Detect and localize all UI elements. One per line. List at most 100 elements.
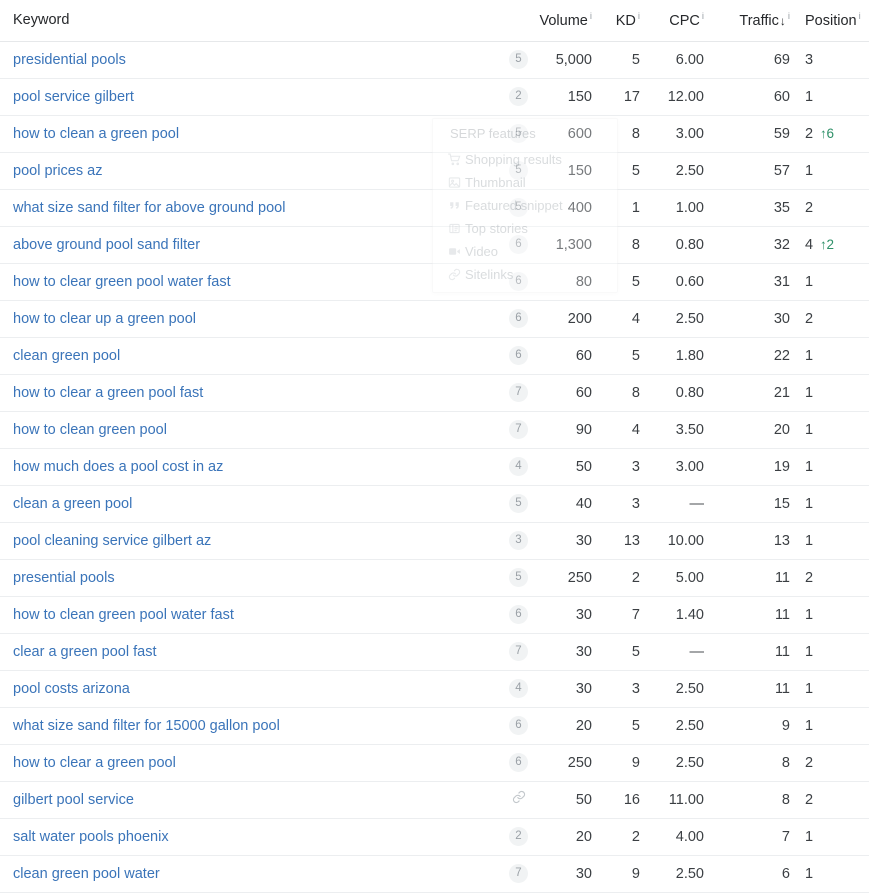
keyword-link[interactable]: presidential pools xyxy=(13,52,126,68)
sort-descending-icon[interactable]: ↓ xyxy=(780,14,786,28)
table-row[interactable]: pool cleaning service gilbert az 3 30 13 10.… xyxy=(0,522,869,560)
table-row[interactable]: clean green pool water 7 30 9 2.50 6 1 xyxy=(0,855,869,893)
serp-features-count-badge[interactable]: 6 xyxy=(509,605,528,624)
keyword-link[interactable]: how to clear a green pool fast xyxy=(13,385,203,401)
sitelinks-icon[interactable] xyxy=(509,790,528,809)
position-value: 1 xyxy=(805,532,814,549)
serp-features-count-badge[interactable]: 6 xyxy=(509,346,528,365)
volume-cell-value: 30 xyxy=(575,865,592,882)
keyword-link[interactable]: how to clear a green pool xyxy=(13,755,176,771)
keyword-link[interactable]: how to clean a green pool xyxy=(13,126,179,142)
info-icon[interactable]: i xyxy=(590,11,592,22)
info-icon[interactable]: i xyxy=(859,11,861,22)
serp-features-count-badge[interactable]: 7 xyxy=(509,642,528,661)
table-header-row: Keyword Volume i KD i CPC i Traffic↓ i Posit… xyxy=(0,0,869,42)
serp-features-count-badge[interactable]: 2 xyxy=(509,827,528,846)
keyword-link[interactable]: clean green pool xyxy=(13,348,120,364)
cpc-cell: 2.50 xyxy=(646,744,710,782)
cpc-cell: 1.80 xyxy=(646,337,710,375)
keyword-link[interactable]: how much does a pool cost in az xyxy=(13,459,223,475)
table-row[interactable]: how to clean green pool 7 90 4 3.50 20 1 xyxy=(0,411,869,449)
kd-cell-value: 2 xyxy=(631,569,640,586)
table-row[interactable]: how to clean green pool water fast 6 30 7 1.… xyxy=(0,596,869,634)
table-row[interactable]: salt water pools phoenix 2 20 2 4.00 7 1 xyxy=(0,818,869,856)
table-row[interactable]: how to clear up a green pool 6 200 4 2.50 30 2 xyxy=(0,300,869,338)
traffic-cell: 57 xyxy=(710,152,796,190)
kd-cell-value: 4 xyxy=(631,421,640,438)
keyword-link[interactable]: clean green pool water xyxy=(13,866,160,882)
traffic-cell-value: 59 xyxy=(773,125,790,142)
table-row[interactable]: clear a green pool fast 7 30 5—11 1 xyxy=(0,633,869,671)
table-row[interactable]: how to clear a green pool fast 7 60 8 0.80 21… xyxy=(0,374,869,412)
table-row[interactable]: clean a green pool 5 40 3 — 15 1 xyxy=(0,485,869,523)
traffic-cell-value: 69 xyxy=(773,51,790,68)
serp-features-count-badge[interactable]: 6 xyxy=(509,716,528,735)
serp-features-count-badge[interactable]: 5 xyxy=(509,568,528,587)
keyword-link[interactable]: what size sand filter for above ground p… xyxy=(13,200,285,216)
serp-features-count-badge[interactable]: 7 xyxy=(509,383,528,402)
kd-cell: 3 xyxy=(598,670,646,708)
keyword-link[interactable]: salt water pools phoenix xyxy=(13,829,169,845)
info-icon[interactable]: i xyxy=(788,11,790,22)
keyword-link[interactable]: how to clear up a green pool xyxy=(13,311,196,327)
serp-features-cell: 3 xyxy=(432,522,528,560)
serp-features-count-badge[interactable]: 7 xyxy=(509,420,528,439)
keyword-link[interactable]: what size sand filter for 15000 gallon p… xyxy=(13,718,280,734)
table-row[interactable]: clean green pool 6 60 5 1.80 22 1 xyxy=(0,337,869,375)
serp-features-count-badge[interactable]: 6 xyxy=(509,753,528,772)
cpc-cell-value: 2.50 xyxy=(675,754,704,771)
serp-feature-item[interactable]: Sitelinks xyxy=(443,263,617,286)
column-header-traffic[interactable]: Traffic↓ i xyxy=(710,0,796,42)
table-row[interactable]: pool service gilbert 2 150 17 12.00 60 1 xyxy=(0,78,869,116)
column-header-keyword[interactable]: Keyword xyxy=(0,0,432,42)
keyword-link[interactable]: presential pools xyxy=(13,570,115,586)
column-header-position[interactable]: Position i xyxy=(796,0,869,42)
table-row[interactable]: how much does a pool cost in az 4 50 3 3.00 1… xyxy=(0,448,869,486)
volume-cell-value: 50 xyxy=(575,458,592,475)
keyword-link[interactable]: gilbert pool service xyxy=(13,792,134,808)
keyword-link[interactable]: pool prices az xyxy=(13,163,102,179)
keyword-link[interactable]: how to clean green pool water fast xyxy=(13,607,234,623)
serp-feature-item[interactable]: Shopping results xyxy=(443,148,617,171)
serp-features-count-badge[interactable]: 2 xyxy=(509,87,528,106)
info-icon[interactable]: i xyxy=(638,11,640,22)
serp-feature-item[interactable]: Top stories xyxy=(443,217,617,240)
serp-feature-item[interactable]: Featured snippet xyxy=(443,194,617,217)
table-row[interactable]: how to clear a green pool 6 250 9 2.50 8 2 xyxy=(0,744,869,782)
kd-cell-value: 8 xyxy=(631,125,640,142)
keyword-link[interactable]: above ground pool sand filter xyxy=(13,237,200,253)
serp-features-count-badge[interactable]: 6 xyxy=(509,309,528,328)
column-header-kd[interactable]: KD i xyxy=(598,0,646,42)
serp-features-count-badge[interactable]: 3 xyxy=(509,531,528,550)
kd-cell-value: 3 xyxy=(631,495,640,512)
serp-features-count-badge[interactable]: 4 xyxy=(509,457,528,476)
keyword-cell: salt water pools phoenix xyxy=(0,818,432,856)
serp-features-tooltip[interactable]: SERP features Shopping results Thumbnail F… xyxy=(432,118,618,293)
table-row[interactable]: pool costs arizona 4 30 3 2.50 11 1 xyxy=(0,670,869,708)
keyword-link[interactable]: pool cleaning service gilbert az xyxy=(13,533,211,549)
table-row[interactable]: gilbert pool service 50 16 11.00 8 2 xyxy=(0,781,869,819)
keyword-link[interactable]: clear a green pool fast xyxy=(13,644,156,660)
keyword-link[interactable]: how to clean green pool xyxy=(13,422,167,438)
keyword-link[interactable]: pool service gilbert xyxy=(13,89,134,105)
serp-feature-item[interactable]: Thumbnail xyxy=(443,171,617,194)
serp-features-list: Shopping results Thumbnail Featured snippe… xyxy=(433,148,617,286)
serp-features-count-badge[interactable]: 5 xyxy=(509,494,528,513)
kd-cell: 16 xyxy=(598,781,646,819)
table-row[interactable]: presidential pools 5 5,000 5 6.00 69 3 xyxy=(0,41,869,79)
volume-cell: 50 xyxy=(528,448,598,486)
keyword-link[interactable]: clean a green pool xyxy=(13,496,132,512)
serp-features-count-badge[interactable]: 5 xyxy=(509,50,528,69)
column-header-volume[interactable]: Volume i xyxy=(528,0,598,42)
serp-features-count-badge[interactable]: 4 xyxy=(509,679,528,698)
keyword-link[interactable]: pool costs arizona xyxy=(13,681,130,697)
serp-features-count-badge[interactable]: 7 xyxy=(509,864,528,883)
column-header-cpc[interactable]: CPC i xyxy=(646,0,710,42)
serp-feature-item[interactable]: Video xyxy=(443,240,617,263)
table-row[interactable]: what size sand filter for 15000 gallon p… xyxy=(0,707,869,745)
keyword-link[interactable]: how to clear green pool water fast xyxy=(13,274,231,290)
serp-features-cell: 2 xyxy=(432,818,528,856)
table-row[interactable]: presential pools 5 250 2 5.00 11 2 xyxy=(0,559,869,597)
info-icon[interactable]: i xyxy=(702,11,704,22)
sitelinks-icon xyxy=(443,268,465,281)
